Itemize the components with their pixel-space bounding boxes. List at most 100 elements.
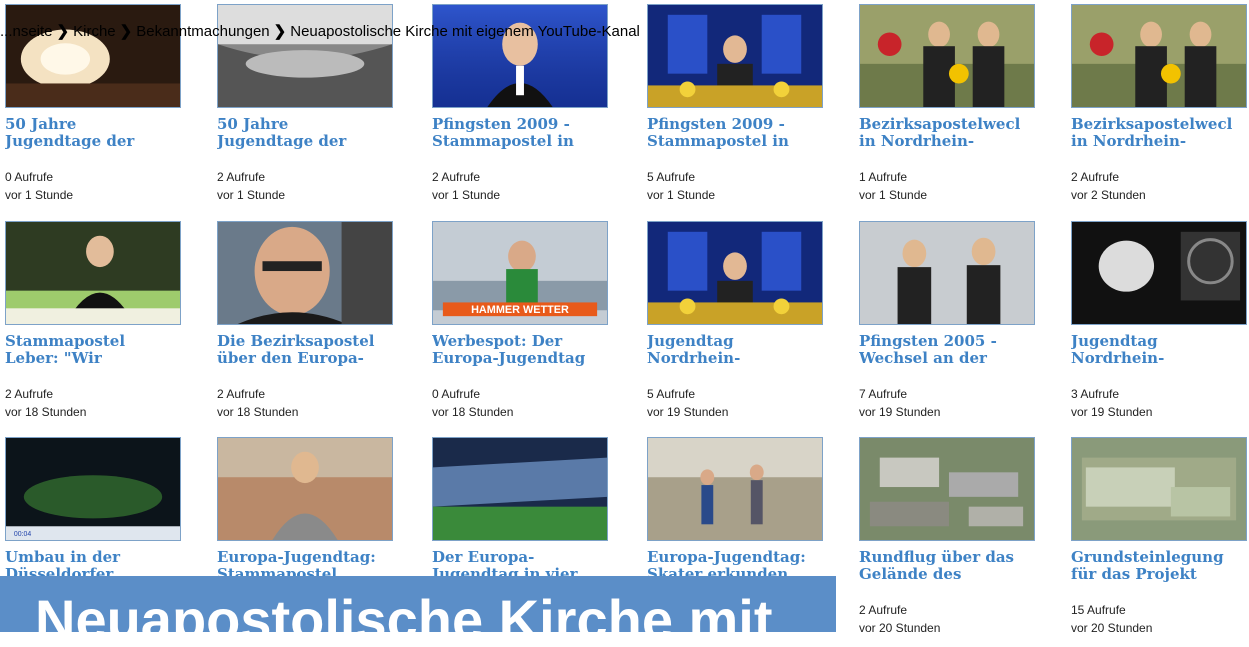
upload-age: vor 20 Stunden (859, 621, 941, 635)
view-count: 2 Aufrufe (1071, 170, 1120, 184)
view-count: 3 Aufrufe (1071, 387, 1120, 401)
video-thumbnail[interactable] (1071, 4, 1247, 108)
video-thumbnail[interactable] (1071, 221, 1247, 325)
video-title-line2: für das Projekt (1071, 566, 1197, 583)
upload-age: vor 19 Stunden (859, 405, 941, 419)
upload-age: vor 19 Stunden (1071, 405, 1153, 419)
video-item[interactable]: Grundsteinlegung für das Projekt 15 Aufruf… (1071, 437, 1249, 647)
view-count: 2 Aufrufe (859, 603, 908, 617)
video-title-link[interactable]: Stammapostel Leber: "Wir (5, 333, 190, 367)
video-title-link[interactable]: Pfingsten 2009 - Stammapostel in (647, 116, 832, 150)
video-item[interactable]: Jugendtag Nordrhein- 5 Aufrufe vor 19 Stund… (647, 221, 847, 431)
upload-age: vor 1 Stunde (859, 188, 928, 202)
video-title-line1: Pfingsten 2009 - (647, 116, 785, 133)
upload-age: vor 18 Stunden (432, 405, 514, 419)
video-title-line1: Bezirksapostelwecl (859, 116, 1021, 133)
video-meta: 2 Aufrufe vor 2 Stunden (1071, 168, 1146, 204)
video-item[interactable]: HAMMER WETTER Werbespot: Der Europa-Jugend… (432, 221, 632, 431)
chevron-right-icon: ❯ (56, 23, 70, 40)
svg-text:HAMMER WETTER: HAMMER WETTER (471, 304, 569, 316)
video-meta: 1 Aufrufe vor 1 Stunde (859, 168, 927, 204)
video-title-line2: Jugendtage der (217, 133, 347, 150)
video-thumbnail[interactable] (217, 221, 393, 325)
video-title-line1: Stammapostel (5, 333, 126, 350)
video-title-line1: Rundflug über das (859, 549, 1015, 566)
video-thumbnail[interactable] (432, 437, 608, 541)
breadcrumb-item-kirche[interactable]: Kirche (73, 23, 116, 40)
video-item[interactable]: Stammapostel Leber: "Wir 2 Aufrufe vor 18 S… (5, 221, 205, 431)
view-count: 0 Aufrufe (5, 170, 54, 184)
video-title-line1: Jugendtag (1071, 333, 1158, 350)
video-thumbnail[interactable] (859, 221, 1035, 325)
video-item[interactable]: Pfingsten 2005 - Wechsel an der 7 Aufrufe v… (859, 221, 1059, 431)
video-thumbnail[interactable] (217, 437, 393, 541)
video-title-link[interactable]: Bezirksapostelwecl in Nordrhein- (859, 116, 1044, 150)
upload-age: vor 19 Stunden (647, 405, 729, 419)
video-item[interactable]: Jugendtag Nordrhein- 3 Aufrufe vor 19 Stund… (1071, 221, 1249, 431)
video-meta: 2 Aufrufe vor 1 Stunde (217, 168, 285, 204)
video-item[interactable]: Bezirksapostelwecl in Nordrhein- 1 Aufrufe… (859, 4, 1059, 214)
video-title-link[interactable]: Werbespot: Der Europa-Jugendtag (432, 333, 617, 367)
video-title-line2: Leber: "Wir (5, 350, 102, 367)
video-thumbnail[interactable] (5, 4, 181, 108)
video-item[interactable]: Pfingsten 2009 - Stammapostel in 5 Aufrufe… (647, 4, 847, 214)
video-item[interactable]: Bezirksapostelwecl in Nordrhein- 2 Aufrufe… (1071, 4, 1249, 214)
upload-age: vor 18 Stunden (217, 405, 299, 419)
video-thumbnail[interactable]: HAMMER WETTER (432, 221, 608, 325)
video-title-link[interactable]: Pfingsten 2005 - Wechsel an der (859, 333, 1044, 367)
video-meta: 5 Aufrufe vor 19 Stunden (647, 385, 728, 421)
video-meta: 2 Aufrufe vor 1 Stunde (432, 168, 500, 204)
video-item[interactable]: Rundflug über das Gelände des 2 Aufrufe vor… (859, 437, 1059, 647)
video-title-line2: Stammapostel in (432, 133, 574, 150)
svg-text:00:04: 00:04 (14, 531, 31, 538)
video-meta: 3 Aufrufe vor 19 Stunden (1071, 385, 1152, 421)
video-title-link[interactable]: 50 Jahre Jugendtage der (5, 116, 190, 150)
video-meta: 0 Aufrufe vor 1 Stunde (5, 168, 73, 204)
video-title-link[interactable]: Jugendtag Nordrhein- (647, 333, 832, 367)
upload-age: vor 1 Stunde (647, 188, 716, 202)
video-title-link[interactable]: Jugendtag Nordrhein- (1071, 333, 1249, 367)
video-title-link[interactable]: Bezirksapostelwecl in Nordrhein- (1071, 116, 1249, 150)
video-title-link[interactable]: 50 Jahre Jugendtage der (217, 116, 402, 150)
video-thumbnail[interactable] (1071, 437, 1247, 541)
video-title-line2: über den Europa- (217, 350, 364, 367)
view-count: 2 Aufrufe (217, 387, 266, 401)
video-title-link[interactable]: Pfingsten 2009 - Stammapostel in (432, 116, 617, 150)
chevron-right-icon: ❯ (119, 23, 133, 40)
video-title-line1: 50 Jahre (5, 116, 77, 133)
video-title-line1: Europa-Jugendtag: (647, 549, 806, 566)
video-title-line2: Wechsel an der (859, 350, 987, 367)
video-title-line2: in Nordrhein- (1071, 133, 1187, 150)
video-meta: 2 Aufrufe vor 18 Stunden (5, 385, 86, 421)
video-thumbnail[interactable] (859, 4, 1035, 108)
video-title-line2: Jugendtage der (5, 133, 135, 150)
video-thumbnail[interactable] (647, 4, 823, 108)
video-thumbnail[interactable] (217, 4, 393, 108)
video-thumbnail[interactable]: 00:04 (5, 437, 181, 541)
video-meta: 2 Aufrufe vor 18 Stunden (217, 385, 298, 421)
chevron-right-icon: ❯ (273, 23, 287, 40)
breadcrumb-item-bekanntmachungen[interactable]: Bekanntmachungen (136, 23, 269, 40)
upload-age: vor 20 Stunden (1071, 621, 1153, 635)
video-title-link[interactable]: Die Bezirksapostel über den Europa- (217, 333, 402, 367)
video-title-line2: in Nordrhein- (859, 133, 975, 150)
video-thumbnail[interactable] (5, 221, 181, 325)
video-thumbnail[interactable] (647, 221, 823, 325)
video-thumbnail[interactable] (859, 437, 1035, 541)
video-title-line1: Grundsteinlegung (1071, 549, 1224, 566)
video-title-link[interactable]: Grundsteinlegung für das Projekt (1071, 549, 1249, 583)
article-title-banner: Neuapostolische Kirche mit (0, 576, 836, 632)
breadcrumb-item-home[interactable]: ...nseite (0, 23, 53, 40)
video-thumbnail[interactable] (647, 437, 823, 541)
video-title-link[interactable]: Rundflug über das Gelände des (859, 549, 1044, 583)
upload-age: vor 18 Stunden (5, 405, 87, 419)
view-count: 1 Aufrufe (859, 170, 908, 184)
upload-age: vor 1 Stunde (432, 188, 501, 202)
view-count: 5 Aufrufe (647, 387, 696, 401)
video-meta: 0 Aufrufe vor 18 Stunden (432, 385, 513, 421)
view-count: 2 Aufrufe (217, 170, 266, 184)
video-thumbnail[interactable] (432, 4, 608, 108)
video-item[interactable]: Die Bezirksapostel über den Europa- 2 Aufr… (217, 221, 417, 431)
view-count: 15 Aufrufe (1071, 603, 1126, 617)
video-title-line1: Der Europa- (432, 549, 535, 566)
